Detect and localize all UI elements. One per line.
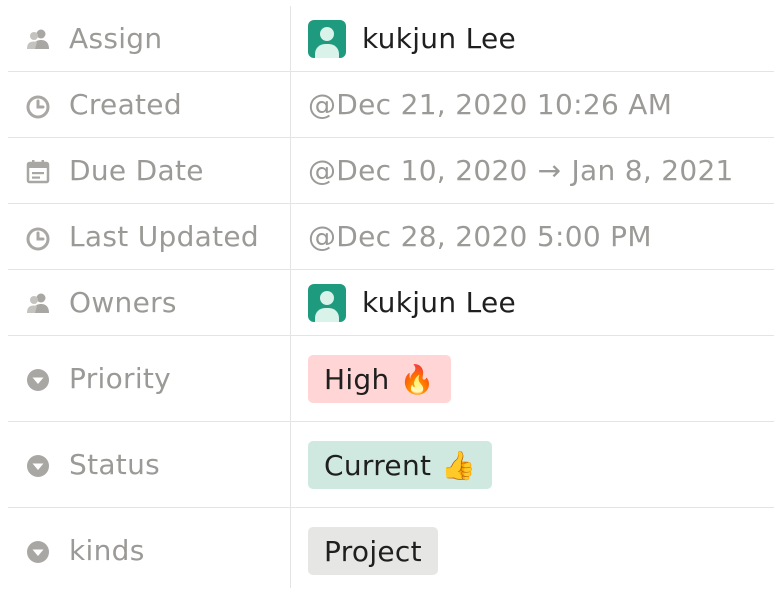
property-value-kinds[interactable]: Project <box>291 508 774 588</box>
thumbs-up-icon: 👍 <box>441 448 477 482</box>
date-end: Jan 8, 2021 <box>571 154 734 187</box>
tag-label: Current <box>324 448 432 482</box>
property-name-assign[interactable]: Assign <box>8 6 291 71</box>
property-value-assign[interactable]: kukjun Lee <box>291 6 774 71</box>
property-value-last-updated[interactable]: @Dec 28, 2020 5:00 PM <box>291 204 774 269</box>
tag-label: High <box>324 362 390 396</box>
property-name-owners[interactable]: Owners <box>8 270 291 335</box>
property-row-created: Created @Dec 21, 2020 10:26 AM <box>8 72 774 138</box>
property-name-status[interactable]: Status <box>8 422 291 507</box>
select-chevron-icon <box>23 365 53 395</box>
user-name: kukjun Lee <box>362 22 517 55</box>
clock-icon <box>23 222 53 252</box>
property-label: Assign <box>69 22 163 55</box>
select-chevron-icon <box>23 537 53 567</box>
property-value-owners[interactable]: kukjun Lee <box>291 270 774 335</box>
select-chevron-icon <box>23 451 53 481</box>
property-label: kinds <box>69 534 145 567</box>
avatar <box>308 283 346 322</box>
status-tag[interactable]: Current 👍 <box>308 441 493 489</box>
property-name-due-date[interactable]: Due Date <box>8 138 291 203</box>
fire-icon: 🔥 <box>399 362 435 396</box>
property-value-created[interactable]: @Dec 21, 2020 10:26 AM <box>291 72 774 137</box>
priority-tag[interactable]: High 🔥 <box>308 355 451 403</box>
property-name-created[interactable]: Created <box>8 72 291 137</box>
arrow-right-icon: → <box>537 154 562 187</box>
property-row-assign: Assign kukjun Lee <box>8 6 774 72</box>
kinds-tag[interactable]: Project <box>308 527 438 575</box>
date-start: @Dec 10, 2020 <box>308 154 528 187</box>
property-name-priority[interactable]: Priority <box>8 336 291 421</box>
property-label: Priority <box>69 362 172 395</box>
user-name: kukjun Lee <box>362 286 517 319</box>
property-value-priority[interactable]: High 🔥 <box>291 336 774 421</box>
people-icon <box>23 288 53 318</box>
tag-label: Project <box>324 534 422 568</box>
avatar <box>308 19 346 58</box>
property-row-last-updated: Last Updated @Dec 28, 2020 5:00 PM <box>8 204 774 270</box>
property-value-status[interactable]: Current 👍 <box>291 422 774 507</box>
property-name-last-updated[interactable]: Last Updated <box>8 204 291 269</box>
property-row-due-date: Due Date @Dec 10, 2020 → Jan 8, 2021 <box>8 138 774 204</box>
clock-icon <box>23 90 53 120</box>
property-label: Due Date <box>69 154 204 187</box>
date-value: @Dec 21, 2020 10:26 AM <box>308 88 673 121</box>
date-value: @Dec 28, 2020 5:00 PM <box>308 220 652 253</box>
property-label: Status <box>69 448 161 481</box>
properties-table: Assign kukjun Lee Created @Dec 21, 2020 … <box>8 6 774 588</box>
property-label: Last Updated <box>69 220 260 253</box>
property-row-status: Status Current 👍 <box>8 422 774 508</box>
property-row-priority: Priority High 🔥 <box>8 336 774 422</box>
people-icon <box>23 24 53 54</box>
property-row-owners: Owners kukjun Lee <box>8 270 774 336</box>
property-label: Owners <box>69 286 177 319</box>
property-name-kinds[interactable]: kinds <box>8 508 291 588</box>
calendar-icon <box>23 156 53 186</box>
property-label: Created <box>69 88 182 121</box>
property-row-kinds: kinds Project <box>8 508 774 588</box>
property-value-due-date[interactable]: @Dec 10, 2020 → Jan 8, 2021 <box>291 138 774 203</box>
